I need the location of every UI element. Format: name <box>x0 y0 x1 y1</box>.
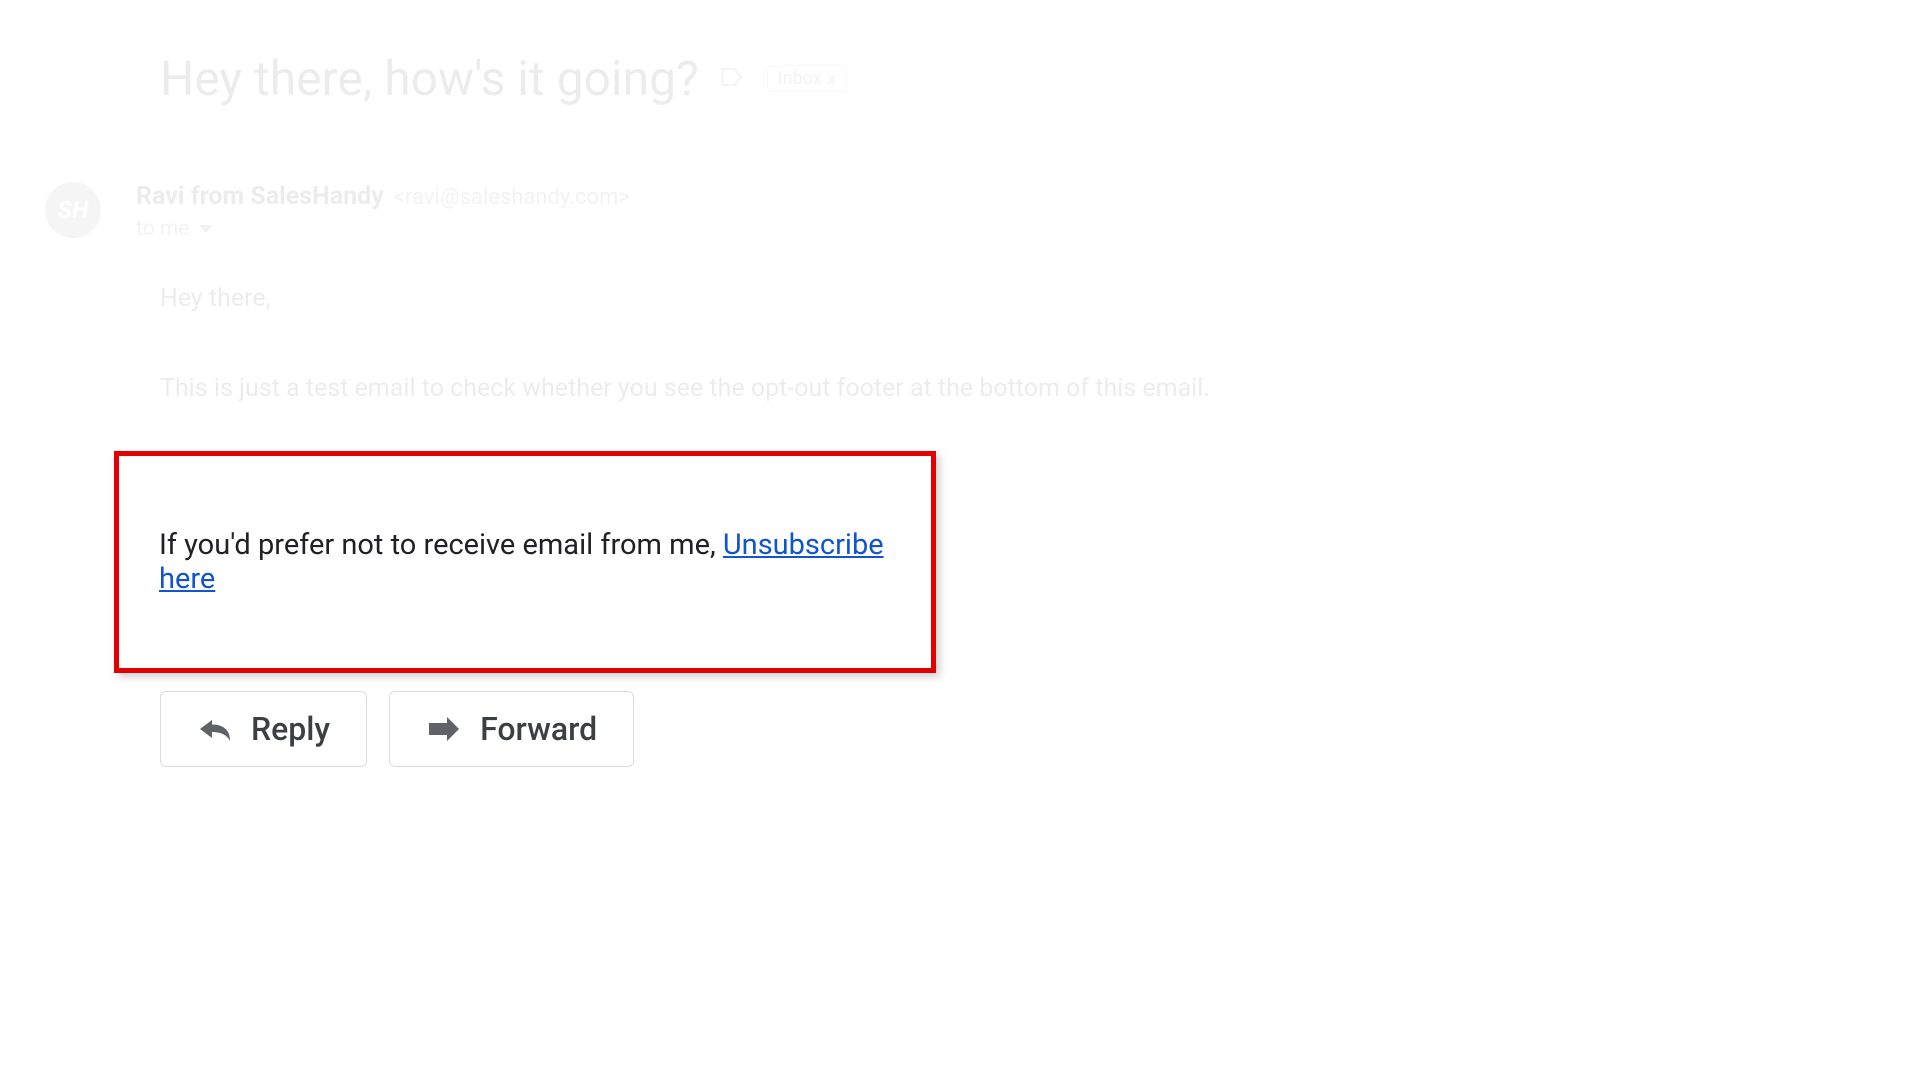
recipient-dropdown[interactable]: to me <box>136 217 630 241</box>
unsubscribe-highlight-box: If you'd prefer not to receive email fro… <box>114 451 936 673</box>
action-buttons-row: Reply Forward <box>160 691 1880 767</box>
reply-button[interactable]: Reply <box>160 691 367 767</box>
inbox-label-text: Inbox <box>778 68 822 89</box>
email-subject: Hey there, how's it going? <box>160 50 699 107</box>
subject-row: Hey there, how's it going? Inbox x <box>160 50 1880 107</box>
sender-name: Ravi from SalesHandy <box>136 182 384 211</box>
forward-label: Forward <box>480 710 597 748</box>
reply-icon <box>197 714 233 744</box>
recipient-text: to me <box>136 217 189 241</box>
forward-icon <box>426 714 462 744</box>
sender-email: <ravi@saleshandy.com> <box>394 185 630 210</box>
email-body-text: This is just a test email to check wheth… <box>160 366 1880 411</box>
unsubscribe-text: If you'd prefer not to receive email fro… <box>159 528 723 562</box>
sender-avatar[interactable]: SH <box>45 182 101 238</box>
inbox-label-close-icon[interactable]: x <box>828 69 836 88</box>
forward-button[interactable]: Forward <box>389 691 634 767</box>
sender-row: SH Ravi from SalesHandy <ravi@saleshandy… <box>45 182 1880 241</box>
reply-label: Reply <box>251 710 330 748</box>
important-marker-icon[interactable] <box>719 63 747 95</box>
chevron-down-icon <box>199 225 213 233</box>
email-greeting: Hey there, <box>160 276 1880 321</box>
email-body: Hey there, This is just a test email to … <box>160 276 1880 411</box>
inbox-label[interactable]: Inbox x <box>767 65 847 92</box>
